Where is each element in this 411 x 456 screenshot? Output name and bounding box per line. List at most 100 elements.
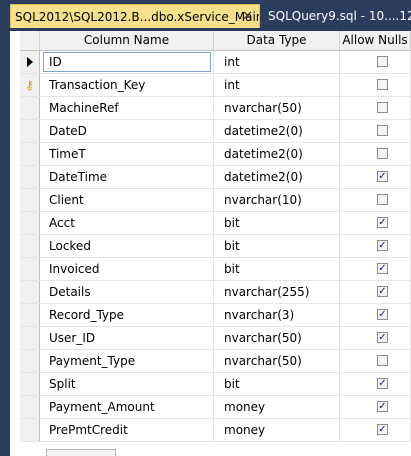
data-type-cell[interactable]: nvarchar(3) xyxy=(214,304,340,326)
row-selector[interactable] xyxy=(20,304,40,326)
data-type-cell[interactable]: money xyxy=(214,419,340,441)
row-selector[interactable] xyxy=(20,373,40,395)
table-row[interactable]: Client nvarchar(10) xyxy=(20,189,411,212)
data-type-cell[interactable]: datetime2(0) xyxy=(214,143,340,165)
table-row[interactable]: ⚷ Transaction_Key int xyxy=(20,74,411,97)
allow-nulls-checkbox[interactable] xyxy=(377,102,388,113)
data-type-cell[interactable]: nvarchar(50) xyxy=(214,97,340,119)
data-type-cell[interactable]: bit xyxy=(214,258,340,280)
allow-nulls-checkbox-checked[interactable]: ✓ xyxy=(377,401,388,412)
data-type-cell[interactable]: datetime2(0) xyxy=(214,166,340,188)
allow-nulls-checkbox-checked[interactable]: ✓ xyxy=(377,217,388,228)
table-row[interactable]: Details nvarchar(255) ✓ xyxy=(20,281,411,304)
table-row[interactable]: Payment_Amount money ✓ xyxy=(20,396,411,419)
table-row[interactable]: User_ID nvarchar(50) ✓ xyxy=(20,327,411,350)
allow-nulls-checkbox-checked[interactable]: ✓ xyxy=(377,263,388,274)
column-name-cell[interactable]: Details xyxy=(40,281,214,303)
data-type-cell[interactable]: int xyxy=(214,74,340,96)
table-row[interactable]: PrePmtCredit money ✓ xyxy=(20,419,411,442)
close-icon[interactable]: ✕ xyxy=(242,5,253,28)
allow-nulls-checkbox-checked[interactable]: ✓ xyxy=(377,424,388,435)
table-row[interactable]: MachineRef nvarchar(50) xyxy=(20,97,411,120)
allow-nulls-checkbox-checked[interactable]: ✓ xyxy=(377,378,388,389)
data-type-cell[interactable]: bit xyxy=(214,373,340,395)
row-selector[interactable] xyxy=(20,212,40,234)
current-row-icon[interactable] xyxy=(20,51,40,73)
column-name-cell[interactable]: Acct xyxy=(40,212,214,234)
row-selector[interactable] xyxy=(20,350,40,372)
column-name-cell[interactable]: PrePmtCredit xyxy=(40,419,214,441)
column-name-cell[interactable]: ID xyxy=(40,51,214,73)
column-name-cell[interactable]: TimeT xyxy=(40,143,214,165)
allow-nulls-cell: ✓ xyxy=(340,235,411,257)
row-selector[interactable] xyxy=(20,166,40,188)
data-type-cell[interactable]: nvarchar(50) xyxy=(214,327,340,349)
row-selector[interactable] xyxy=(20,235,40,257)
document-tab-bar: SQL2012\SQL2012.B...dbo.xService_Main ✕ … xyxy=(10,0,411,31)
row-selector[interactable] xyxy=(20,97,40,119)
row-selector[interactable] xyxy=(20,396,40,418)
column-name-cell[interactable]: Record_Type xyxy=(40,304,214,326)
column-name-cell[interactable]: Client xyxy=(40,189,214,211)
row-selector[interactable] xyxy=(20,419,40,441)
row-selector[interactable] xyxy=(20,281,40,303)
allow-nulls-checkbox[interactable] xyxy=(377,355,388,366)
column-name-cell[interactable]: DateTime xyxy=(40,166,214,188)
column-name-cell[interactable]: Payment_Type xyxy=(40,350,214,372)
data-type-cell[interactable]: datetime2(0) xyxy=(214,120,340,142)
allow-nulls-checkbox-checked[interactable]: ✓ xyxy=(377,171,388,182)
tab-table-designer[interactable]: SQL2012\SQL2012.B...dbo.xService_Main ✕ xyxy=(10,4,260,28)
table-row[interactable]: Payment_Type nvarchar(50) xyxy=(20,350,411,373)
table-row[interactable]: Split bit ✓ xyxy=(20,373,411,396)
allow-nulls-checkbox[interactable] xyxy=(377,148,388,159)
table-row[interactable]: Acct bit ✓ xyxy=(20,212,411,235)
allow-nulls-checkbox[interactable] xyxy=(377,194,388,205)
column-name-cell[interactable]: User_ID xyxy=(40,327,214,349)
allow-nulls-cell: ✓ xyxy=(340,327,411,349)
table-row[interactable]: Locked bit ✓ xyxy=(20,235,411,258)
row-selector[interactable] xyxy=(20,258,40,280)
row-selector[interactable] xyxy=(20,189,40,211)
row-selector[interactable] xyxy=(20,327,40,349)
data-type-cell[interactable]: nvarchar(255) xyxy=(214,281,340,303)
allow-nulls-checkbox[interactable] xyxy=(377,56,388,67)
table-row[interactable]: DateD datetime2(0) xyxy=(20,120,411,143)
data-type-cell[interactable]: nvarchar(50) xyxy=(214,350,340,372)
table-row[interactable]: ID int xyxy=(20,51,411,74)
data-type-cell[interactable]: money xyxy=(214,396,340,418)
tab-sql-query[interactable]: SQLQuery9.sql - 10....12.ma xyxy=(266,4,411,28)
allow-nulls-cell xyxy=(340,143,411,165)
column-name-cell[interactable]: Locked xyxy=(40,235,214,257)
column-name-cell[interactable]: Invoiced xyxy=(40,258,214,280)
allow-nulls-cell xyxy=(340,97,411,119)
allow-nulls-checkbox-checked[interactable]: ✓ xyxy=(377,240,388,251)
column-name-header: Column Name xyxy=(40,31,214,50)
key-icon[interactable]: ⚷ xyxy=(20,74,40,96)
row-selector[interactable] xyxy=(20,143,40,165)
row-selector-header xyxy=(20,31,40,50)
allow-nulls-cell: ✓ xyxy=(340,396,411,418)
table-row[interactable]: Record_Type nvarchar(3) ✓ xyxy=(20,304,411,327)
column-name-cell[interactable]: MachineRef xyxy=(40,97,214,119)
allow-nulls-checkbox-checked[interactable]: ✓ xyxy=(377,332,388,343)
table-row[interactable]: Invoiced bit ✓ xyxy=(20,258,411,281)
data-type-cell[interactable]: int xyxy=(214,51,340,73)
column-name-cell[interactable]: Transaction_Key xyxy=(40,74,214,96)
tab-label: SQL2012\SQL2012.B...dbo.xService_Main xyxy=(15,10,260,24)
allow-nulls-cell xyxy=(340,74,411,96)
allow-nulls-checkbox-checked[interactable]: ✓ xyxy=(377,286,388,297)
data-type-cell[interactable]: nvarchar(10) xyxy=(214,189,340,211)
row-selector[interactable] xyxy=(20,120,40,142)
allow-nulls-checkbox-checked[interactable]: ✓ xyxy=(377,309,388,320)
column-name-cell[interactable]: Payment_Amount xyxy=(40,396,214,418)
data-type-cell[interactable]: bit xyxy=(214,212,340,234)
table-row[interactable]: TimeT datetime2(0) xyxy=(20,143,411,166)
column-name-input[interactable]: ID xyxy=(43,52,211,72)
allow-nulls-checkbox[interactable] xyxy=(377,79,388,90)
allow-nulls-checkbox[interactable] xyxy=(377,125,388,136)
column-name-cell[interactable]: DateD xyxy=(40,120,214,142)
data-type-cell[interactable]: bit xyxy=(214,235,340,257)
table-designer-grid: Column Name Data Type Allow Nulls ID int ⚷… xyxy=(20,31,411,456)
column-name-cell[interactable]: Split xyxy=(40,373,214,395)
table-row[interactable]: DateTime datetime2(0) ✓ xyxy=(20,166,411,189)
